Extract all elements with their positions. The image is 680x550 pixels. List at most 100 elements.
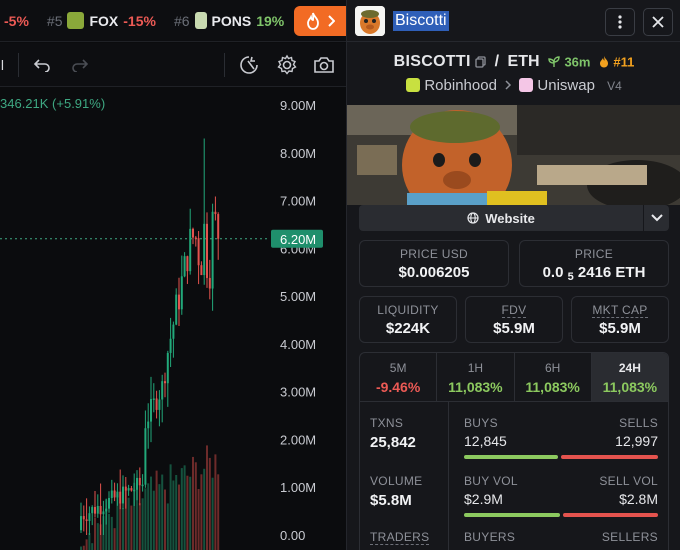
trending-button[interactable] (294, 6, 346, 36)
candle-body (110, 490, 113, 498)
dex-name[interactable]: Uniswap (537, 77, 595, 94)
pair-age: 36m (564, 54, 591, 70)
candle-body (82, 516, 85, 520)
candle-body (102, 511, 105, 515)
volume-bar (138, 503, 141, 550)
txns-label: TXNS (370, 416, 404, 430)
volume-bar (169, 464, 172, 550)
price-chart[interactable]: 346.21K (+5.91%) 9.00M 8.00M 7.00M 6.00M 5.0… (0, 88, 346, 550)
price-native-label: PRICE (574, 247, 614, 261)
sell-volume-bar (563, 513, 658, 517)
volume-bar (94, 517, 96, 550)
candle-body (208, 277, 211, 289)
y-axis-tick-label: 3.00M (280, 385, 316, 400)
tab-6h[interactable]: 6H 11,083% (515, 353, 592, 401)
copy-icon[interactable] (475, 56, 486, 68)
close-icon (652, 16, 664, 28)
volume-bar (147, 483, 150, 550)
token-title: Biscotti (393, 11, 449, 31)
volume-bar (166, 503, 169, 550)
ticker-name: FOX (89, 12, 119, 29)
traders-label[interactable]: TRADERS (370, 530, 430, 545)
base-symbol: BISCOTTI (393, 53, 471, 70)
links-dropdown-button[interactable] (643, 205, 669, 231)
volume-bar (180, 468, 183, 550)
redo-button[interactable] (68, 53, 92, 77)
token-banner-image (347, 105, 680, 205)
screenshot-button[interactable] (312, 53, 336, 77)
volume-bar (113, 528, 116, 550)
settings-button[interactable] (275, 53, 299, 77)
volume-bar (189, 476, 192, 550)
kebab-menu-icon (618, 15, 622, 29)
sells-ratio-bar (561, 455, 658, 459)
candle-body (194, 237, 197, 239)
candlestick-chart[interactable]: 9.00M8.00M7.00M6.00M5.00M4.00M3.00M2.00M… (0, 88, 346, 550)
toolbar-fragment[interactable]: all (0, 57, 4, 73)
sells-label: SELLS (619, 416, 658, 430)
sprout-icon (548, 56, 560, 67)
ticker-change: -5% (4, 12, 29, 29)
volume-bar (133, 482, 136, 550)
replay-button[interactable] (238, 53, 262, 77)
volume-bar (175, 475, 178, 550)
tab-1h[interactable]: 1H 11,083% (437, 353, 515, 401)
candle-body (180, 276, 183, 310)
volume-bar (150, 476, 152, 550)
dex-version: V4 (607, 79, 622, 93)
undo-button[interactable] (30, 53, 54, 77)
ticker-item-pons[interactable]: #6 PONS 19% (174, 12, 284, 29)
pons-token-logo (194, 12, 207, 29)
volume-bar (124, 489, 127, 550)
tab-24h[interactable]: 24H 11,083% (591, 353, 668, 401)
website-button[interactable]: Website (359, 211, 643, 226)
chart-toolbar: all (0, 43, 346, 87)
candle-body (152, 398, 155, 400)
sell-volume-label: SELL VOL (599, 474, 658, 488)
toolbar-divider (18, 53, 19, 77)
candle-body (203, 223, 206, 276)
volume-bar (211, 477, 214, 550)
panel-header: Biscotti (347, 0, 680, 42)
market-cap-label[interactable]: MKT CAP (592, 303, 648, 318)
chain-name[interactable]: Robinhood (424, 77, 497, 94)
ticker-change: 19% (256, 12, 285, 29)
candle-body (158, 399, 161, 410)
volume-bar (172, 480, 175, 550)
ticker-item-fox[interactable]: #5 FOX -15% (47, 12, 156, 29)
ticker-name: PONS (211, 12, 252, 29)
candle-body (119, 491, 122, 504)
txns-value: 25,842 (370, 434, 416, 451)
price-usd-card: PRICE USD $0.006205 (359, 240, 509, 287)
globe-icon (467, 212, 479, 224)
candle-body (183, 256, 186, 277)
candle-body (127, 488, 130, 491)
close-button[interactable] (643, 8, 673, 36)
current-price-label: 6.20M (280, 232, 316, 247)
candle-body (192, 228, 194, 238)
tab-5m[interactable]: 5M -9.46% (360, 353, 438, 401)
volume-bar (99, 524, 102, 550)
chevron-right-icon (328, 15, 335, 27)
tab-change: -9.46% (375, 379, 421, 395)
more-options-button[interactable] (605, 8, 635, 36)
volume-bar (136, 484, 138, 550)
candle-body (94, 507, 96, 514)
ticker-item[interactable]: -5% (4, 13, 29, 29)
candle-body (91, 507, 94, 514)
fdv-label[interactable]: FDV (501, 303, 527, 318)
sell-volume-value: $2.8M (619, 491, 658, 507)
trending-rank: #11 (613, 54, 635, 70)
pair-title: BISCOTTI / ETH 36m #11 (347, 53, 680, 71)
volume-bar (178, 484, 180, 550)
tab-change: 11,083% (448, 379, 503, 395)
candle-body (217, 214, 220, 239)
candle-body (155, 398, 158, 410)
candle-body (197, 238, 200, 266)
candle-body (80, 516, 82, 531)
buy-volume-label: BUY VOL (464, 474, 518, 488)
pair-separator: / (494, 53, 500, 70)
volume-bar (208, 457, 211, 550)
buy-volume-value: $2.9M (464, 491, 503, 507)
token-info-panel: Biscotti BISCOTTI / ETH 36m #11 Robinhoo… (346, 0, 680, 550)
